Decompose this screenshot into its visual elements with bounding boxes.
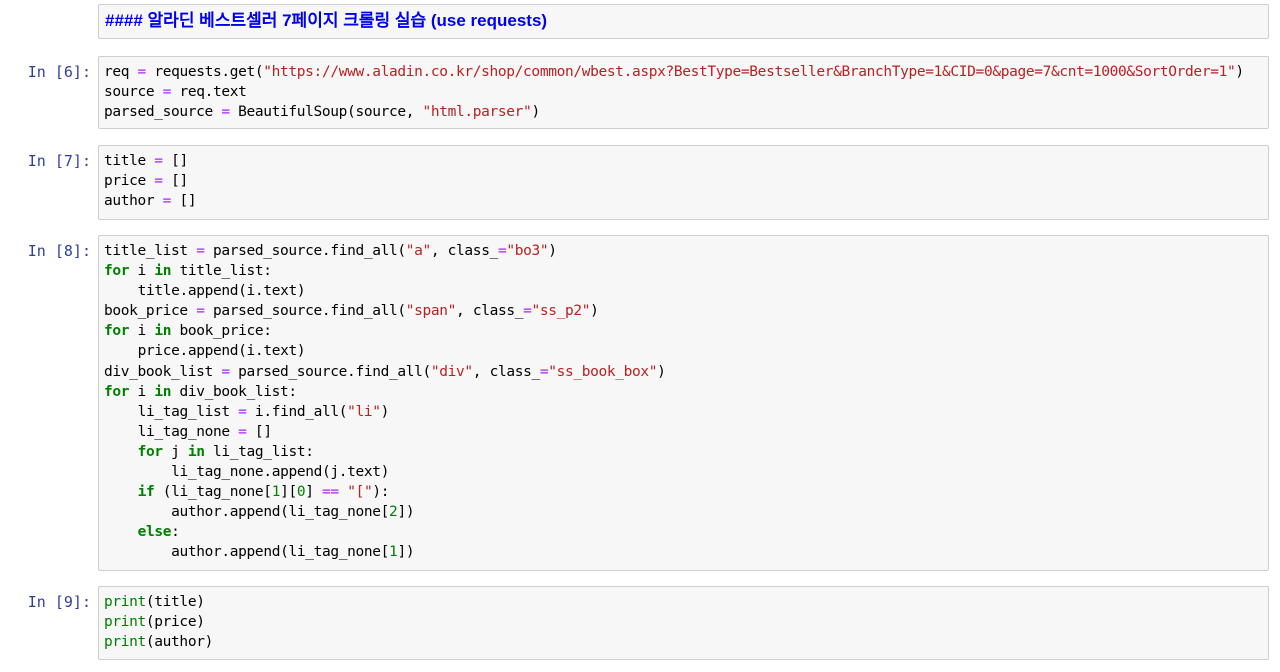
cell-prompt: In [9]: bbox=[27, 593, 91, 611]
cell-prompt: In [7]: bbox=[27, 152, 91, 170]
code-cell-6[interactable]: In [6]: req = requests.get("https://www.… bbox=[0, 56, 1280, 130]
code-cell-8[interactable]: In [8]: title_list = parsed_source.find_… bbox=[0, 235, 1280, 571]
code-cell-7[interactable]: In [7]: title = [] price = [] author = [] bbox=[0, 145, 1280, 220]
code-line: else: bbox=[137, 524, 180, 541]
markdown-cell[interactable]: #### 알라딘 베스트셀러 7페이지 크롤링 실습 (use requests… bbox=[0, 0, 1280, 44]
code-line: li_tag_list = i.find_all("li") bbox=[137, 403, 390, 420]
code-line: for j in li_tag_list: bbox=[137, 443, 314, 460]
markdown-cell-area[interactable]: #### 알라딘 베스트셀러 7페이지 크롤링 실습 (use requests… bbox=[98, 4, 1269, 39]
cell-prompt: In [8]: bbox=[27, 242, 91, 260]
code-input-area[interactable]: title = [] price = [] author = [] bbox=[98, 145, 1269, 220]
code-line: title = [] bbox=[104, 153, 188, 169]
code-line: author = [] bbox=[104, 193, 197, 210]
code-line: parsed_source = BeautifulSoup(source, "h… bbox=[104, 104, 540, 121]
code-editor[interactable]: req = requests.get("https://www.aladin.c… bbox=[104, 62, 1263, 122]
code-cell-9[interactable]: In [9]: print(title) print(price) print(au… bbox=[0, 586, 1280, 660]
markdown-heading: #### 알라딘 베스트셀러 7페이지 크롤링 실습 (use requests… bbox=[105, 11, 548, 30]
code-line: req = requests.get("https://www.aladin.c… bbox=[104, 64, 1244, 80]
code-input-area[interactable]: req = requests.get("https://www.aladin.c… bbox=[98, 56, 1269, 129]
code-line: div_book_list = parsed_source.find_all("… bbox=[104, 363, 666, 380]
code-line: price = [] bbox=[104, 173, 188, 190]
code-editor[interactable]: title = [] price = [] author = [] bbox=[104, 151, 1263, 211]
code-line: title.append(i.text) bbox=[137, 283, 306, 300]
code-line: li_tag_none = [] bbox=[137, 423, 272, 440]
code-editor[interactable]: print(title) print(price) print(author) bbox=[104, 592, 1263, 652]
code-line: if (li_tag_none[1][0] == "["): bbox=[137, 484, 390, 501]
code-line: source = req.text bbox=[104, 84, 247, 101]
code-editor[interactable]: title_list = parsed_source.find_all("a",… bbox=[104, 241, 1263, 563]
code-line: author.append(li_tag_none[2]) bbox=[171, 504, 415, 521]
code-line: print(title) bbox=[104, 594, 205, 610]
code-line: print(price) bbox=[104, 614, 205, 631]
code-line: title_list = parsed_source.find_all("a",… bbox=[104, 243, 557, 259]
code-line: author.append(li_tag_none[1]) bbox=[171, 544, 415, 561]
code-line: book_price = parsed_source.find_all("spa… bbox=[104, 303, 599, 320]
code-line: for i in book_price: bbox=[104, 323, 272, 340]
code-line: for i in div_book_list: bbox=[104, 383, 297, 400]
notebook: #### 알라딘 베스트셀러 7페이지 크롤링 실습 (use requests… bbox=[0, 0, 1280, 672]
code-line: li_tag_none.append(j.text) bbox=[171, 464, 390, 481]
cell-prompt: In [6]: bbox=[27, 63, 91, 81]
code-line: for i in title_list: bbox=[104, 263, 272, 280]
code-line: price.append(i.text) bbox=[137, 343, 306, 360]
code-input-area[interactable]: title_list = parsed_source.find_all("a",… bbox=[98, 235, 1269, 571]
code-line: print(author) bbox=[104, 634, 213, 651]
code-input-area[interactable]: print(title) print(price) print(author) bbox=[98, 586, 1269, 660]
